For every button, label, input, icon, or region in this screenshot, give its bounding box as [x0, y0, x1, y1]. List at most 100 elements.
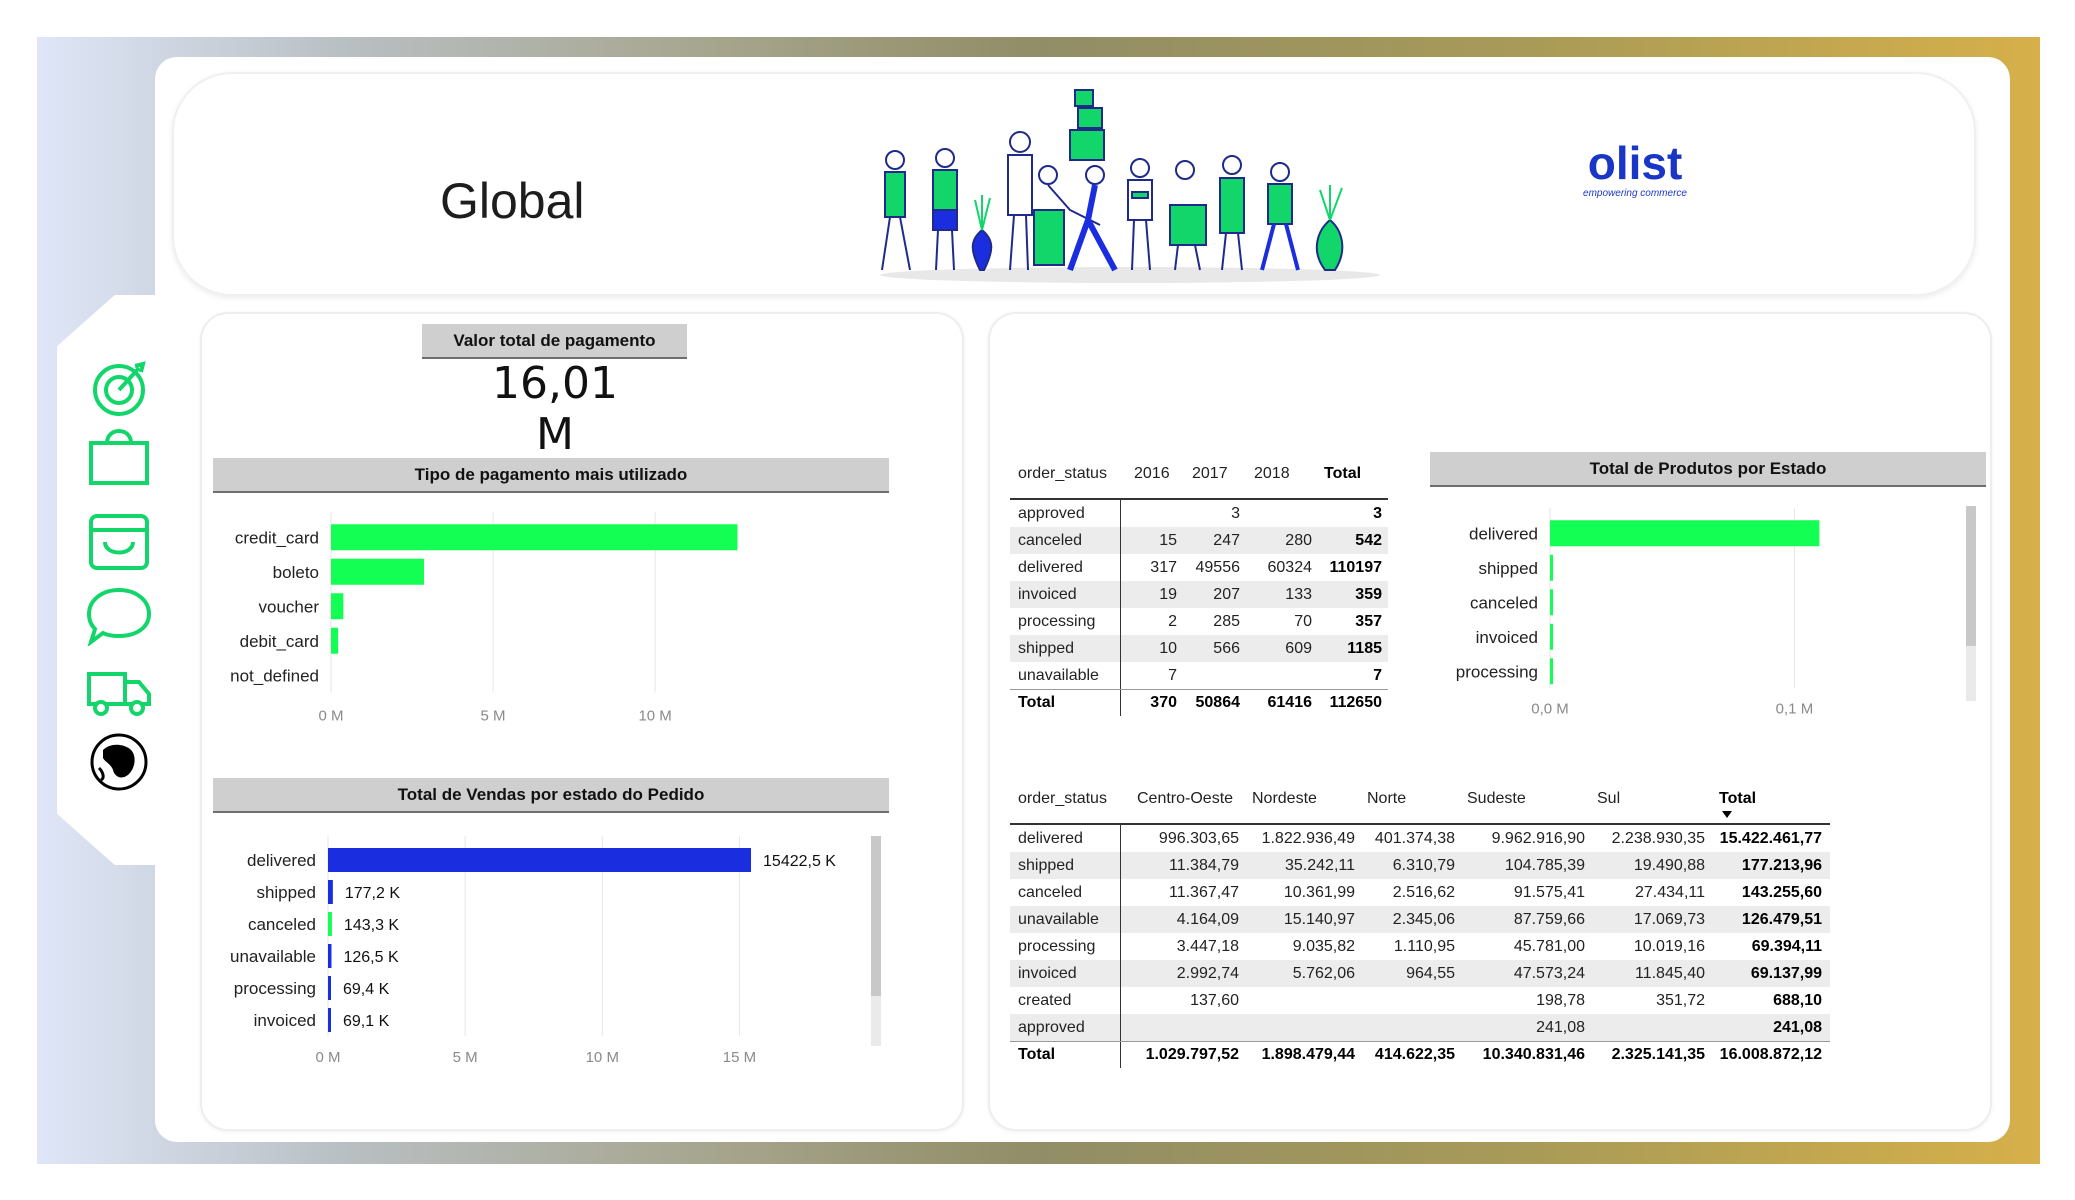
- category-label: unavailable: [230, 947, 316, 966]
- sales-by-status-chart: 0 M 5 M 10 M 15 M delivered 15422,5 K shipped 1…: [230, 836, 836, 1066]
- cell-value: 401.374,38: [1374, 830, 1455, 847]
- row-label: processing: [1018, 613, 1096, 630]
- table-row: created 137,60 198,78 351,72 688,10: [1010, 987, 1830, 1014]
- cell-value: 17.069,73: [1633, 911, 1705, 928]
- cell-value: 241,08: [1536, 1019, 1585, 1036]
- x-tick-label: 10 M: [586, 1049, 619, 1066]
- column-header: order_status: [1018, 790, 1107, 807]
- table-row: shipped 10 566 609 1185: [1010, 635, 1388, 662]
- category-label: canceled: [248, 915, 316, 934]
- cell-value: 357: [1355, 613, 1382, 630]
- table-row: unavailable 7 7: [1010, 662, 1388, 689]
- cell-value: [1125, 1014, 1239, 1041]
- row-label: invoiced: [1018, 965, 1077, 982]
- storefront-icon[interactable]: [85, 512, 153, 572]
- x-tick-label: 0 M: [318, 708, 343, 725]
- cell-value: 27.434,11: [1635, 884, 1705, 901]
- products-by-status-chart: 0,0 M 0,1 M delivered shipped canceled invoic…: [1456, 508, 1820, 718]
- category-label: processing: [234, 979, 316, 998]
- cell-value: 47.573,24: [1513, 965, 1585, 982]
- cell-value: 1.898.479,44: [1261, 1046, 1355, 1063]
- column-header: Sul: [1597, 790, 1621, 807]
- table-row: delivered 996.303,65 1.822.936,49 401.374,3…: [1010, 825, 1830, 852]
- bar: [331, 593, 344, 620]
- total-divider: [1010, 689, 1388, 690]
- delivery-truck-icon[interactable]: [85, 662, 153, 722]
- cell-value: 16.008.872,12: [1719, 1046, 1822, 1063]
- table-header-row: order_status Centro-Oeste Nordeste Norte Sud…: [1010, 785, 1830, 812]
- table-header-row: order_status 2016 2017 2018 Total: [1010, 460, 1390, 487]
- cell-value: 1.029.797,52: [1145, 1046, 1239, 1063]
- cell-value: 69.394,11: [1751, 938, 1822, 955]
- cell-value: [1240, 987, 1355, 1014]
- cell-value: 1185: [1347, 640, 1382, 657]
- cell-value: 280: [1285, 532, 1312, 549]
- olist-logo: olist empowering commerce: [1575, 140, 1695, 199]
- cell-value: 414.622,35: [1374, 1046, 1455, 1063]
- target-icon[interactable]: [85, 358, 153, 418]
- products-chart-scrollbar[interactable]: [1966, 506, 1976, 701]
- row-label: Total: [1018, 694, 1056, 711]
- cell-value: 1.822.936,49: [1261, 830, 1355, 847]
- bar: [328, 944, 332, 968]
- cell-value: 137,60: [1190, 992, 1239, 1009]
- column-header: Sudeste: [1467, 790, 1526, 807]
- kpi-label: Valor total de pagamento: [422, 324, 687, 359]
- column-header: Total: [1719, 790, 1757, 807]
- bar: [328, 976, 331, 1000]
- cell-value: 4.164,09: [1176, 911, 1239, 928]
- cell-value: 964,55: [1406, 965, 1455, 982]
- cell-value: 6.310,79: [1392, 857, 1455, 874]
- chat-bubble-icon[interactable]: [85, 586, 153, 646]
- cell-value: 7: [1373, 667, 1382, 684]
- category-label: not_defined: [230, 666, 319, 685]
- bar: [328, 912, 332, 936]
- x-tick-label: 5 M: [481, 708, 506, 725]
- bar: [328, 880, 333, 904]
- total-divider: [1010, 1041, 1830, 1042]
- cell-value: 19.490,88: [1633, 857, 1705, 874]
- category-label: invoiced: [1476, 628, 1538, 647]
- cell-value: 91.575,41: [1513, 884, 1585, 901]
- table-row: processing 3.447,18 9.035,82 1.110,95 45.781…: [1010, 933, 1830, 960]
- cell-value: 3.447,18: [1176, 938, 1239, 955]
- cell-value: 49556: [1195, 559, 1241, 576]
- products-chart-title: Total de Produtos por Estado: [1430, 452, 1986, 487]
- table-row: canceled 11.367,47 10.361,99 2.516,62 91.575…: [1010, 879, 1830, 906]
- cell-value: 11.384,79: [1169, 857, 1239, 874]
- shopping-bag-icon[interactable]: [85, 425, 153, 485]
- sales-chart-scrollbar[interactable]: [871, 836, 881, 1046]
- category-label: boleto: [273, 563, 319, 582]
- column-header: 2016: [1134, 465, 1170, 482]
- cell-value: 50864: [1195, 694, 1241, 711]
- cell-value: 688,10: [1773, 992, 1822, 1009]
- bar: [328, 848, 752, 872]
- row-label: unavailable: [1018, 911, 1099, 928]
- table-total-row: Total 370 50864 61416 112650: [1010, 689, 1388, 716]
- cell-value: 15.140,97: [1283, 911, 1355, 928]
- cell-value: [1355, 1014, 1455, 1041]
- data-label: 177,2 K: [345, 885, 400, 902]
- cell-value: 3: [1231, 505, 1240, 522]
- table-row: approved 3 3: [1010, 500, 1388, 527]
- cell-value: 61416: [1267, 694, 1313, 711]
- cell-value: 35.242,11: [1285, 857, 1355, 874]
- cell-value: 370: [1150, 694, 1177, 711]
- products-chart-scroll-thumb[interactable]: [1966, 506, 1976, 646]
- cell-value: 126.479,51: [1741, 911, 1822, 928]
- logo-name: olist: [1587, 137, 1683, 189]
- table-total-row: Total 1.029.797,52 1.898.479,44 414.622,35 1…: [1010, 1041, 1830, 1068]
- cell-value: 241,08: [1773, 1019, 1822, 1036]
- cell-value: 2.238.930,35: [1611, 830, 1705, 847]
- category-label: debit_card: [240, 632, 319, 651]
- sales-chart-scroll-thumb[interactable]: [871, 836, 881, 996]
- globe-icon[interactable]: [85, 732, 153, 792]
- sort-descending-icon[interactable]: [1722, 811, 1732, 818]
- cell-value: [1355, 987, 1455, 1014]
- cell-value: 15.422.461,77: [1719, 830, 1822, 847]
- data-label: 69,4 K: [343, 981, 390, 998]
- bar: [1550, 658, 1553, 685]
- cell-value: 11.367,47: [1169, 884, 1239, 901]
- table-row: invoiced 2.992,74 5.762,06 964,55 47.573,24 1…: [1010, 960, 1830, 987]
- cell-value: 285: [1213, 613, 1240, 630]
